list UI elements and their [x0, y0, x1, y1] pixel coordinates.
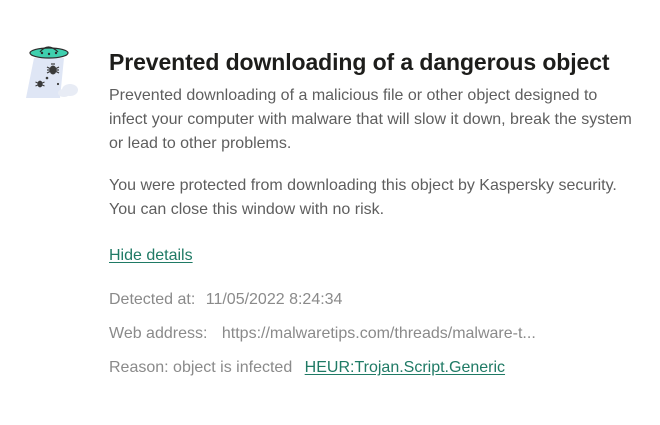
protection-note: You were protected from downloading this…: [109, 177, 617, 218]
detected-at-row: Detected at: 11/05/2022 8:24:34: [109, 288, 644, 312]
notification-content: Prevented downloading of a dangerous obj…: [109, 46, 644, 390]
notification-window: Prevented downloading of a dangerous obj…: [0, 0, 660, 425]
detected-at-label: Detected at:: [109, 291, 196, 308]
ufo-malware-icon: [20, 40, 84, 104]
reason-row: Reason: object is infected HEUR:Trojan.S…: [109, 356, 644, 380]
web-address-row: Web address: https://malwaretips.com/thr…: [109, 322, 644, 346]
reason-label: Reason: object is infected: [109, 359, 293, 376]
detected-at-value: 11/05/2022 8:24:34: [205, 291, 343, 308]
hide-details-link[interactable]: Hide details: [109, 244, 193, 268]
notification-title: Prevented downloading of a dangerous obj…: [109, 49, 610, 75]
web-address-value: https://malwaretips.com/threads/malware-…: [221, 325, 536, 342]
details-section: Detected at: 11/05/2022 8:24:34 Web addr…: [109, 288, 644, 380]
notification-description: Prevented downloading of a malicious fil…: [109, 87, 632, 152]
threat-name-link[interactable]: HEUR:Trojan.Script.Generic: [305, 359, 505, 376]
web-address-label: Web address:: [109, 325, 208, 342]
